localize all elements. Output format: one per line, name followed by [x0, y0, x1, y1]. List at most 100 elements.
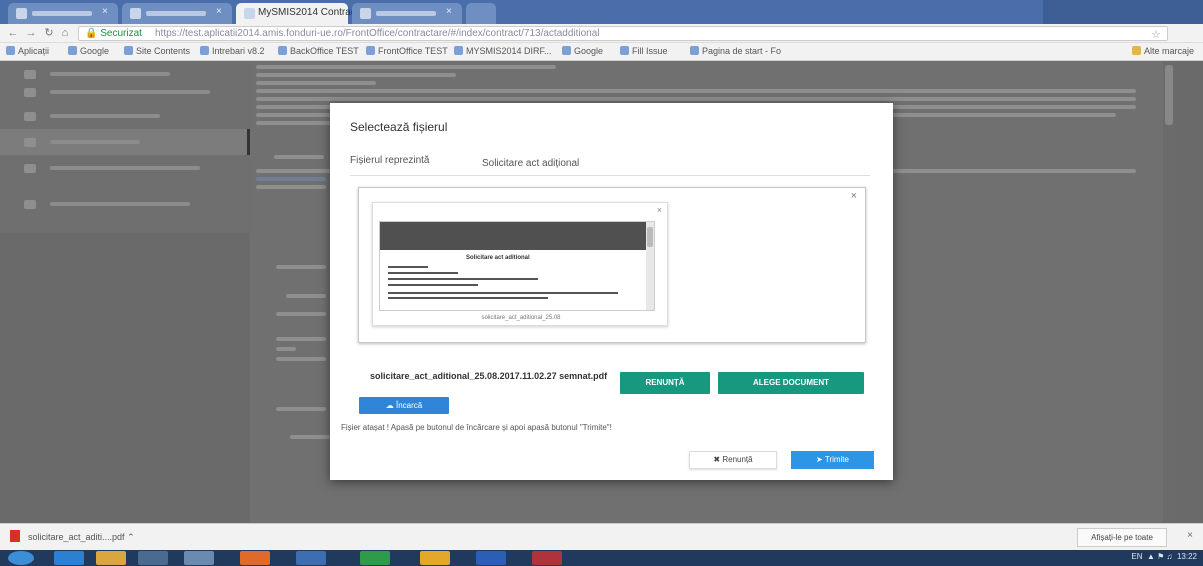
cancel-button[interactable]: ✖ Renunță — [689, 451, 777, 469]
close-tab-icon[interactable]: × — [216, 7, 226, 17]
close-icon[interactable]: × — [851, 190, 857, 202]
sidebar-item[interactable] — [0, 103, 250, 129]
text-line — [276, 312, 326, 316]
upload-button[interactable]: ☁ Încarcă — [359, 397, 449, 414]
link-line[interactable] — [256, 177, 326, 181]
address-bar[interactable]: 🔒 Securizat https://test.aplicatii2014.a… — [78, 26, 1168, 41]
text-line — [274, 155, 324, 159]
explorer-icon[interactable] — [96, 551, 126, 565]
page-icon — [454, 46, 463, 55]
download-item[interactable]: solicitare_act_aditi....pdf ⌃ — [10, 530, 135, 543]
url-text: https://test.aplicatii2014.amis.fonduri-… — [155, 28, 600, 39]
bookmark-item[interactable]: BackOffice TEST — [278, 46, 359, 56]
sidebar-item[interactable] — [0, 79, 250, 105]
windows-taskbar: EN ▲ ⚑ ♫ 13:22 — [0, 550, 1203, 566]
taskbar-app-icon[interactable] — [184, 551, 214, 565]
close-tab-icon[interactable]: × — [102, 7, 112, 17]
text-line — [276, 347, 296, 351]
bookmark-item[interactable]: Fill Issue — [620, 46, 668, 56]
bookmark-item[interactable]: Site Contents — [124, 46, 190, 56]
back-icon[interactable]: ← — [6, 27, 20, 40]
close-icon[interactable]: × — [657, 205, 662, 215]
apps-icon — [6, 46, 15, 55]
bookmark-item[interactable]: Google — [68, 46, 109, 56]
text-line — [256, 185, 326, 189]
document-thumbnail[interactable]: × Solicitare act aditional solicitare_ac… — [372, 202, 668, 326]
sharepoint-icon — [124, 46, 133, 55]
text-line — [276, 265, 326, 269]
bookmark-star-icon[interactable]: ☆ — [1151, 28, 1161, 41]
taskbar-app-icon[interactable] — [138, 551, 168, 565]
pdf-title: Solicitare act aditional — [466, 255, 530, 261]
globe-icon — [690, 46, 699, 55]
bookmark-item[interactable]: FrontOffice TEST — [366, 46, 448, 56]
bookmark-item[interactable]: Aplicații — [6, 46, 49, 56]
thumbnail-caption: solicitare_act_aditional_25.08 — [481, 315, 561, 321]
text-line — [256, 121, 336, 125]
field-divider — [350, 175, 870, 176]
bookmark-item-other[interactable]: Alte marcaje — [1132, 46, 1194, 56]
excel-icon[interactable] — [360, 551, 390, 565]
pdf-scrollbar[interactable] — [646, 222, 654, 310]
home-icon[interactable]: ⌂ — [58, 27, 72, 40]
browser-tab[interactable]: × — [122, 3, 232, 24]
new-tab-button[interactable] — [466, 3, 496, 24]
file-type-select[interactable]: Solicitare act adițional — [482, 158, 579, 169]
taskbar-app-icon[interactable] — [296, 551, 326, 565]
window-controls[interactable] — [1043, 0, 1203, 24]
browser-toolbar: ← → ↻ ⌂ 🔒 Securizat https://test.aplicat… — [0, 24, 1203, 43]
bookmark-item[interactable]: MYSMIS2014 DIRF... — [454, 46, 552, 56]
bookmark-item[interactable]: Pagina de start - Fo — [690, 46, 781, 56]
ie-icon[interactable] — [54, 551, 84, 565]
cancel-document-button[interactable]: RENUNȚĂ — [620, 372, 710, 394]
pdf-toolbar — [380, 222, 650, 250]
sidebar-item[interactable] — [0, 155, 250, 181]
scrollbar-thumb[interactable] — [1165, 65, 1173, 125]
file-type-label: Fișierul reprezintă — [350, 155, 430, 166]
favicon-icon — [16, 8, 27, 19]
pdf-text-line — [388, 292, 618, 294]
taskbar-app-icon[interactable] — [420, 551, 450, 565]
start-button-icon[interactable] — [8, 551, 34, 565]
chrome-icon[interactable] — [240, 551, 270, 565]
taskbar-app-icon[interactable] — [532, 551, 562, 565]
page-icon — [278, 46, 287, 55]
menu-icon — [24, 88, 36, 97]
show-all-downloads-button[interactable]: Afișați-le pe toate — [1077, 528, 1167, 547]
choose-document-button[interactable]: ALEGE DOCUMENT — [718, 372, 864, 394]
page-scrollbar[interactable] — [1163, 61, 1175, 523]
sidebar — [0, 61, 250, 233]
browser-tab-active[interactable]: MySMIS2014 Contracte — [236, 3, 364, 24]
google-icon — [562, 46, 571, 55]
bookmark-item[interactable]: Intrebari v8.2 — [200, 46, 265, 56]
text-line — [276, 407, 326, 411]
attach-hint: Fișier atașat ! Apasă pe butonul de încă… — [341, 423, 612, 432]
pdf-page-preview: Solicitare act aditional — [379, 221, 655, 311]
mail-icon — [130, 8, 141, 19]
favicon-icon — [244, 8, 255, 19]
browser-tab[interactable]: × — [8, 3, 118, 24]
close-tab-icon[interactable]: × — [446, 7, 456, 17]
sidebar-item-selected[interactable] — [0, 129, 250, 155]
chevron-up-icon[interactable]: ⌃ — [127, 532, 135, 542]
word-icon[interactable] — [476, 551, 506, 565]
close-icon[interactable]: × — [1187, 530, 1193, 541]
text-line — [256, 89, 1136, 93]
favicon-icon — [360, 8, 371, 19]
system-tray[interactable]: EN ▲ ⚑ ♫ 13:22 — [1131, 552, 1197, 561]
menu-icon — [24, 112, 36, 121]
reload-icon[interactable]: ↻ — [42, 27, 56, 40]
menu-icon — [24, 70, 36, 79]
send-button[interactable]: ➤ Trimite — [791, 451, 874, 469]
close-icon: ✖ — [713, 455, 721, 464]
bookmark-item[interactable]: Google — [562, 46, 603, 56]
text-line — [256, 73, 456, 77]
page-icon — [366, 46, 375, 55]
pdf-text-line — [388, 297, 548, 299]
forward-icon[interactable]: → — [24, 27, 38, 40]
pdf-icon — [10, 530, 20, 542]
sidebar-item[interactable] — [0, 191, 250, 217]
text-line — [256, 65, 556, 69]
page-icon — [620, 46, 629, 55]
browser-tab[interactable]: × — [352, 3, 462, 24]
